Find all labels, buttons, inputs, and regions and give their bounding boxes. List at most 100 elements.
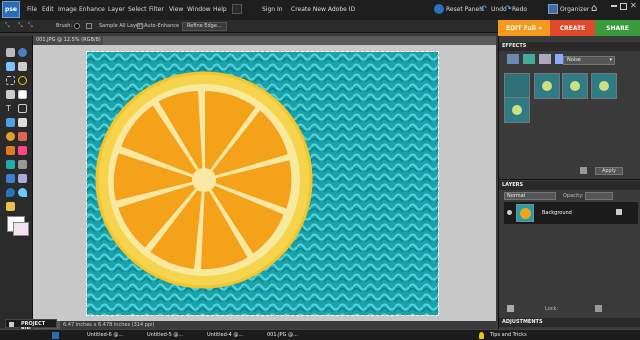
zoom-tool-icon[interactable] xyxy=(18,48,27,57)
hand-tool-icon[interactable] xyxy=(6,62,15,71)
organizer-icon[interactable] xyxy=(548,4,558,14)
chevron-down-icon: ▾ xyxy=(538,24,542,32)
clone-stamp-tool-icon[interactable] xyxy=(6,146,15,155)
subtract-selection-icon[interactable]: ⤡ xyxy=(28,22,35,30)
reset-panels-icon[interactable] xyxy=(434,4,444,14)
document-tab[interactable]: 001.JPG @ 12.5% (RGB/8) xyxy=(33,36,103,45)
effect-thumb-5[interactable] xyxy=(504,97,530,123)
redo-button[interactable]: Redo xyxy=(512,6,527,13)
organizer-button[interactable]: Organizer xyxy=(560,6,589,13)
move-tool-icon[interactable] xyxy=(6,48,15,57)
undo-icon[interactable]: ↶ xyxy=(480,4,489,14)
menu-image[interactable]: Image xyxy=(58,6,77,13)
delete-layer-icon[interactable] xyxy=(595,305,602,312)
photo-canvas[interactable] xyxy=(86,51,439,316)
toolbox: T xyxy=(0,36,33,328)
adjustments-header[interactable]: ADJUSTMENTS xyxy=(499,318,640,327)
minimize-icon[interactable] xyxy=(611,5,617,7)
layers-header[interactable]: LAYERS xyxy=(499,181,640,190)
tab-edit[interactable]: EDIT Full ▾ xyxy=(498,20,550,36)
auto-enhance-checkbox[interactable] xyxy=(137,23,143,29)
effect-thumb-3[interactable] xyxy=(562,73,588,99)
tab-edit-label: EDIT Full xyxy=(506,24,536,32)
tab-create[interactable]: CREATE xyxy=(550,20,595,36)
crop-tool-icon[interactable] xyxy=(18,104,27,113)
menu-window[interactable]: Window xyxy=(187,6,211,13)
menu-view[interactable]: View xyxy=(169,6,183,13)
close-icon[interactable]: ✕ xyxy=(630,1,637,10)
blend-mode-dropdown[interactable]: Normal xyxy=(504,192,556,200)
tips-link[interactable]: Tips and Tricks xyxy=(478,331,527,340)
lasso-tool-icon[interactable] xyxy=(18,76,27,85)
all-effects-icon[interactable] xyxy=(555,54,563,64)
taskbar-item-001[interactable]: 001.JPG @... xyxy=(255,331,313,340)
eye-icon[interactable] xyxy=(507,210,512,215)
quick-select-icon[interactable]: ⤡ xyxy=(5,22,12,30)
brush-tool-icon[interactable] xyxy=(6,160,15,169)
taskbar-item-untitled-6[interactable]: Untitled-6 @... xyxy=(75,331,133,340)
menu-help[interactable]: Help xyxy=(213,6,227,13)
smart-brush-tool-icon[interactable] xyxy=(18,160,27,169)
photo-effects-icon[interactable] xyxy=(539,54,551,64)
sign-in-link[interactable]: Sign In xyxy=(262,6,283,13)
background-color-swatch[interactable] xyxy=(13,222,29,236)
menu-bar: pse File Edit Image Enhance Layer Select… xyxy=(0,0,640,20)
taskbar-item-untitled-5[interactable]: Untitled-5 @... xyxy=(135,331,193,340)
maximize-icon[interactable] xyxy=(620,3,627,10)
project-bin-tab[interactable]: PROJECT BIN xyxy=(5,319,57,333)
create-id-link[interactable]: Create New Adobe ID xyxy=(291,6,355,13)
brush-label: Brush: xyxy=(56,23,73,29)
app-logo: pse xyxy=(2,1,20,18)
new-layer-icon[interactable] xyxy=(507,305,514,312)
sponge-tool-icon[interactable] xyxy=(6,202,15,211)
panel-divider xyxy=(499,179,640,180)
menu-enhance[interactable]: Enhance xyxy=(79,6,105,13)
cookie-cutter-tool-icon[interactable] xyxy=(6,118,15,127)
menu-file[interactable]: File xyxy=(27,6,37,13)
windows-icon[interactable] xyxy=(52,332,59,339)
styles-icon[interactable] xyxy=(523,54,535,64)
taskbar: Untitled-6 @... Untitled-5 @... Untitled… xyxy=(0,329,640,340)
eraser-tool-icon[interactable] xyxy=(18,146,27,155)
lock-label: Lock: xyxy=(545,306,559,312)
effect-thumb-4[interactable] xyxy=(591,73,617,99)
trash-icon[interactable] xyxy=(580,167,587,174)
menu-layer[interactable]: Layer xyxy=(108,6,125,13)
layer-row-background[interactable]: Background xyxy=(504,202,638,224)
straighten-tool-icon[interactable] xyxy=(18,118,27,127)
magic-wand-tool-icon[interactable] xyxy=(6,90,15,99)
tab-share[interactable]: SHARE xyxy=(595,20,640,36)
blur-tool-icon[interactable] xyxy=(18,188,27,197)
reset-panels-button[interactable]: Reset Panels xyxy=(446,6,484,13)
home-icon[interactable]: ⌂ xyxy=(591,3,601,14)
opacity-field[interactable] xyxy=(585,192,613,200)
chevron-down-icon: ▾ xyxy=(609,57,612,63)
brush-preset-icon[interactable] xyxy=(74,23,80,29)
filters-icon[interactable] xyxy=(507,54,519,64)
paint-bucket-tool-icon[interactable] xyxy=(6,174,15,183)
type-tool-icon[interactable]: T xyxy=(6,104,15,113)
layer-name: Background xyxy=(542,210,572,216)
workspace-icon[interactable] xyxy=(232,4,242,14)
refine-edge-button[interactable]: Refine Edge... xyxy=(182,22,227,31)
quick-selection-tool-icon[interactable] xyxy=(18,90,27,99)
effect-thumb-1[interactable] xyxy=(504,73,530,99)
healing-brush-tool-icon[interactable] xyxy=(18,132,27,141)
apply-button[interactable]: Apply xyxy=(595,167,623,175)
shape-tool-icon[interactable] xyxy=(6,188,15,197)
effect-thumb-2[interactable] xyxy=(534,73,560,99)
menu-edit[interactable]: Edit xyxy=(42,6,54,13)
eyedropper-tool-icon[interactable] xyxy=(18,62,27,71)
sample-all-checkbox[interactable] xyxy=(86,23,92,29)
menu-filter[interactable]: Filter xyxy=(149,6,164,13)
effects-header[interactable]: EFFECTS xyxy=(499,42,640,51)
menu-select[interactable]: Select xyxy=(128,6,147,13)
red-eye-tool-icon[interactable] xyxy=(6,132,15,141)
add-selection-icon[interactable]: ⤡ xyxy=(18,22,25,30)
marquee-tool-icon[interactable] xyxy=(6,76,15,85)
effects-category-dropdown[interactable]: Noise ▾ xyxy=(563,56,615,65)
taskbar-item-untitled-4[interactable]: Untitled-4 @... xyxy=(195,331,253,340)
gradient-tool-icon[interactable] xyxy=(18,174,27,183)
bin-icon xyxy=(9,322,14,327)
opacity-label: Opacity: xyxy=(563,193,584,199)
